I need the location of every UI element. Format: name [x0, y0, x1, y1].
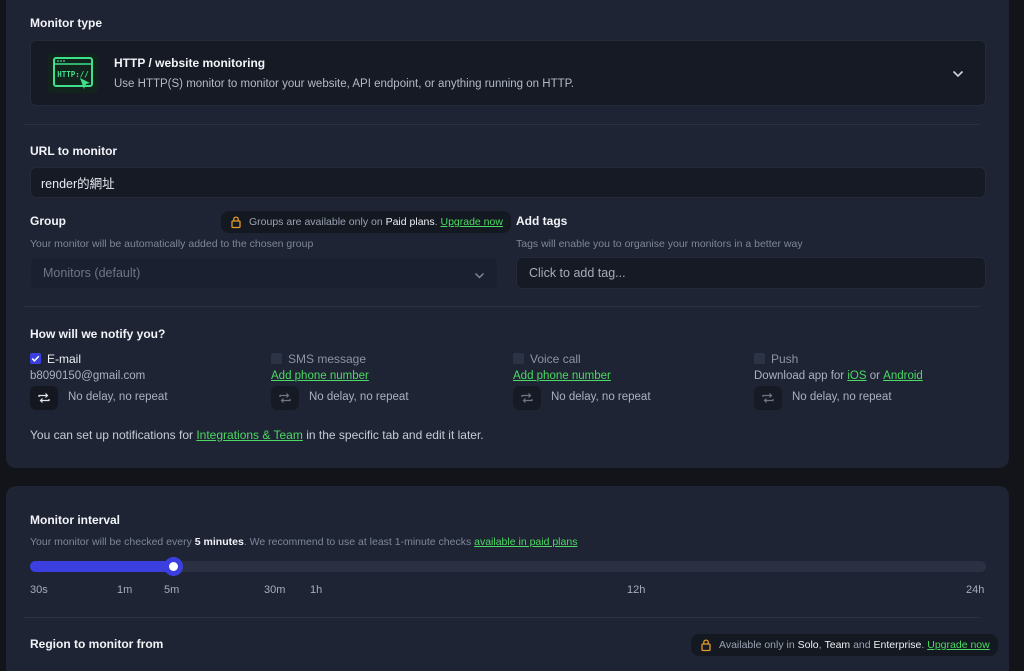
group-paid-notice: Groups are available only on Paid plans.…	[221, 211, 511, 233]
check-icon	[31, 355, 40, 362]
interval-label: Monitor interval	[30, 513, 121, 527]
lock-icon	[701, 639, 711, 652]
interval-tick: 12h	[627, 584, 646, 596]
monitor-type-title: HTTP / website monitoring	[114, 56, 266, 70]
http-monitor-icon: HTTP://	[48, 53, 98, 93]
interval-tick: 30s	[30, 584, 48, 596]
interval-tick: 5m	[164, 584, 180, 596]
tags-input[interactable]: Click to add tag...	[516, 257, 986, 289]
monitor-type-select[interactable]: HTTP:// HTTP / website monitoring Use HT…	[30, 40, 986, 106]
push-repeat-button[interactable]	[754, 386, 782, 410]
sms-repeat-text: No delay, no repeat	[309, 391, 409, 403]
interval-tick: 1m	[117, 584, 133, 596]
notify-label: How will we notify you?	[30, 327, 166, 341]
android-link[interactable]: Android	[883, 370, 923, 382]
paid-plans-link[interactable]: available in paid plans	[474, 536, 577, 548]
notify-footer: You can set up notifications for Integra…	[30, 428, 484, 442]
lock-icon	[231, 216, 241, 229]
voice-checkbox[interactable]	[513, 353, 524, 364]
upgrade-now-link[interactable]: Upgrade now	[927, 639, 989, 651]
monitor-type-description: Use HTTP(S) monitor to monitor your webs…	[114, 78, 574, 90]
sms-checkbox[interactable]	[271, 353, 282, 364]
region-label: Region to monitor from	[30, 637, 164, 651]
group-selected-value: Monitors (default)	[43, 266, 141, 280]
repeat-icon	[279, 393, 291, 403]
ios-link[interactable]: iOS	[847, 370, 866, 382]
divider	[24, 617, 979, 618]
group-label: Group	[30, 214, 66, 228]
tags-label: Add tags	[516, 214, 568, 228]
push-checkbox[interactable]	[754, 353, 765, 364]
email-repeat-text: No delay, no repeat	[68, 391, 168, 403]
interval-tick: 30m	[264, 584, 286, 596]
sms-add-phone-link[interactable]: Add phone number	[271, 370, 369, 382]
interval-tick: 24h	[966, 584, 985, 596]
chevron-down-icon	[952, 68, 964, 82]
tags-description: Tags will enable you to organise your mo…	[516, 238, 803, 250]
interval-slider-handle[interactable]	[164, 557, 183, 576]
repeat-icon	[521, 393, 533, 403]
region-paid-notice: Available only in Solo, Team and Enterpr…	[691, 634, 998, 656]
push-repeat-text: No delay, no repeat	[792, 391, 892, 403]
repeat-icon	[762, 393, 774, 403]
voice-repeat-text: No delay, no repeat	[551, 391, 651, 403]
divider	[24, 124, 979, 125]
email-address: b8090150@gmail.com	[30, 370, 146, 382]
interval-description: Your monitor will be checked every 5 min…	[30, 536, 578, 548]
push-download-text: Download app for iOS or Android	[754, 370, 923, 382]
chevron-down-icon	[474, 269, 485, 283]
email-label: E-mail	[47, 352, 82, 366]
monitor-type-label: Monitor type	[30, 16, 102, 30]
sms-label: SMS message	[288, 352, 367, 366]
group-select[interactable]: Monitors (default)	[30, 257, 498, 289]
push-label: Push	[771, 352, 799, 366]
integrations-team-link[interactable]: Integrations & Team	[196, 428, 303, 442]
sms-repeat-button[interactable]	[271, 386, 299, 410]
svg-text:HTTP://: HTTP://	[57, 70, 89, 79]
email-checkbox[interactable]	[30, 353, 41, 364]
voice-repeat-button[interactable]	[513, 386, 541, 410]
group-description: Your monitor will be automatically added…	[30, 238, 314, 250]
url-label: URL to monitor	[30, 144, 118, 158]
upgrade-now-link[interactable]: Upgrade now	[440, 216, 502, 228]
voice-add-phone-link[interactable]: Add phone number	[513, 370, 611, 382]
repeat-icon	[38, 393, 50, 403]
voice-label: Voice call	[530, 352, 581, 366]
divider	[24, 306, 979, 307]
interval-tick: 1h	[310, 584, 323, 596]
email-repeat-button[interactable]	[30, 386, 58, 410]
interval-slider-fill	[30, 561, 176, 572]
url-input[interactable]: render的網址	[30, 167, 986, 198]
